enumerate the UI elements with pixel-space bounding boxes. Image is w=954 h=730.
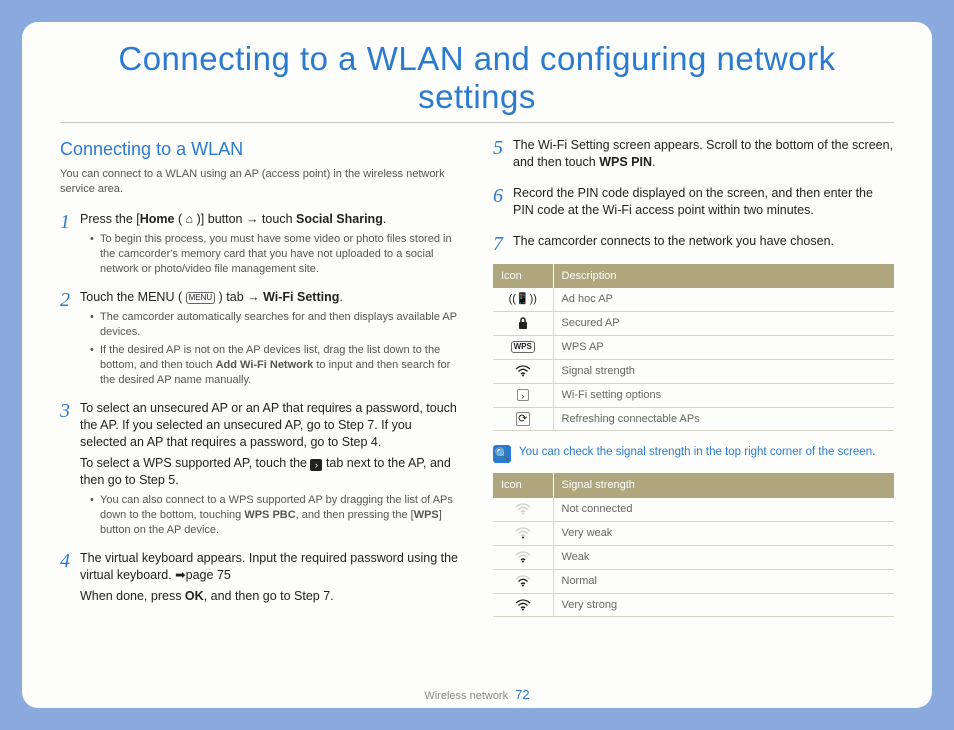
table-row: ›Wi-Fi setting options — [493, 383, 894, 407]
adhoc-icon: ((📱)) — [493, 288, 553, 311]
step-number: 1 — [60, 211, 80, 279]
footer-section: Wireless network — [424, 690, 508, 702]
signal-strength-table: Icon Signal strength Not connected Very … — [493, 473, 894, 617]
step-text: Touch the MENU ( MENU ) tab → Wi-Fi Sett… — [80, 289, 461, 306]
table-row: Signal strength — [493, 359, 894, 383]
refresh-icon: ⟳ — [493, 407, 553, 431]
step-5: 5 The Wi-Fi Setting screen appears. Scro… — [493, 137, 894, 175]
table-row: Secured AP — [493, 312, 894, 336]
right-column: 5 The Wi-Fi Setting screen appears. Scro… — [493, 137, 894, 631]
wifi-strong-icon — [493, 593, 553, 617]
left-column: Connecting to a WLAN You can connect to … — [60, 137, 461, 631]
chevron-right-icon: › — [310, 459, 322, 471]
page-footer: Wireless network 72 — [22, 687, 932, 702]
step-text: The camcorder connects to the network yo… — [513, 233, 894, 250]
manual-page: Connecting to a WLAN and configuring net… — [22, 22, 932, 708]
table-row: Very weak — [493, 522, 894, 546]
page-title: Connecting to a WLAN and configuring net… — [60, 40, 894, 123]
step-2: 2 Touch the MENU ( MENU ) tab → Wi-Fi Se… — [60, 289, 461, 390]
bullet: The camcorder automatically searches for… — [90, 310, 461, 340]
step-text: The virtual keyboard appears. Input the … — [80, 550, 461, 584]
step-text: When done, press OK, and then go to Step… — [80, 588, 461, 605]
table-row: Very strong — [493, 593, 894, 617]
chevron-right-icon: › — [493, 383, 553, 407]
table-row: ((📱))Ad hoc AP — [493, 288, 894, 311]
wifi-icon — [493, 359, 553, 383]
col-icon: Icon — [493, 473, 553, 498]
step-1: 1 Press the [Home ( ⌂ )] button → touch … — [60, 211, 461, 279]
wifi-normal-icon — [493, 569, 553, 593]
table-row: Not connected — [493, 498, 894, 521]
step-number: 5 — [493, 137, 513, 175]
page-number: 72 — [515, 687, 529, 702]
col-desc: Description — [553, 264, 894, 289]
bullet: You can also connect to a WPS supported … — [90, 493, 461, 538]
table-row: Weak — [493, 545, 894, 569]
step-text: The Wi-Fi Setting screen appears. Scroll… — [513, 137, 894, 171]
table-row: WPSWPS AP — [493, 336, 894, 360]
step-number: 2 — [60, 289, 80, 390]
wifi-veryweak-icon — [493, 522, 553, 546]
step-text: Record the PIN code displayed on the scr… — [513, 185, 894, 219]
col-icon: Icon — [493, 264, 553, 289]
table-row: Normal — [493, 569, 894, 593]
menu-icon: MENU — [186, 292, 216, 304]
step-7: 7 The camcorder connects to the network … — [493, 233, 894, 254]
two-column-layout: Connecting to a WLAN You can connect to … — [60, 137, 894, 631]
icon-description-table: Icon Description ((📱))Ad hoc AP Secured … — [493, 264, 894, 432]
step-6: 6 Record the PIN code displayed on the s… — [493, 185, 894, 223]
step-number: 6 — [493, 185, 513, 223]
step-number: 7 — [493, 233, 513, 254]
col-signal: Signal strength — [553, 473, 894, 498]
lock-icon — [493, 312, 553, 336]
info-note: 🔍 You can check the signal strength in t… — [493, 445, 894, 463]
note-text: You can check the signal strength in the… — [519, 445, 875, 461]
step-3: 3 To select an unsecured AP or an AP tha… — [60, 400, 461, 540]
section-heading: Connecting to a WLAN — [60, 137, 461, 161]
wifi-weak-icon — [493, 545, 553, 569]
wifi-none-icon — [493, 498, 553, 521]
step-number: 4 — [60, 550, 80, 609]
step-number: 3 — [60, 400, 80, 540]
bullet: If the desired AP is not on the AP devic… — [90, 343, 461, 388]
bullet: To begin this process, you must have som… — [90, 232, 461, 277]
wps-icon: WPS — [493, 336, 553, 360]
step-text: To select an unsecured AP or an AP that … — [80, 400, 461, 451]
section-intro: You can connect to a WLAN using an AP (a… — [60, 167, 461, 197]
table-row: ⟳Refreshing connectable APs — [493, 407, 894, 431]
step-text: To select a WPS supported AP, touch the … — [80, 455, 461, 489]
step-text: Press the [Home ( ⌂ )] button → touch So… — [80, 211, 461, 228]
magnify-icon: 🔍 — [493, 445, 511, 463]
step-4: 4 The virtual keyboard appears. Input th… — [60, 550, 461, 609]
